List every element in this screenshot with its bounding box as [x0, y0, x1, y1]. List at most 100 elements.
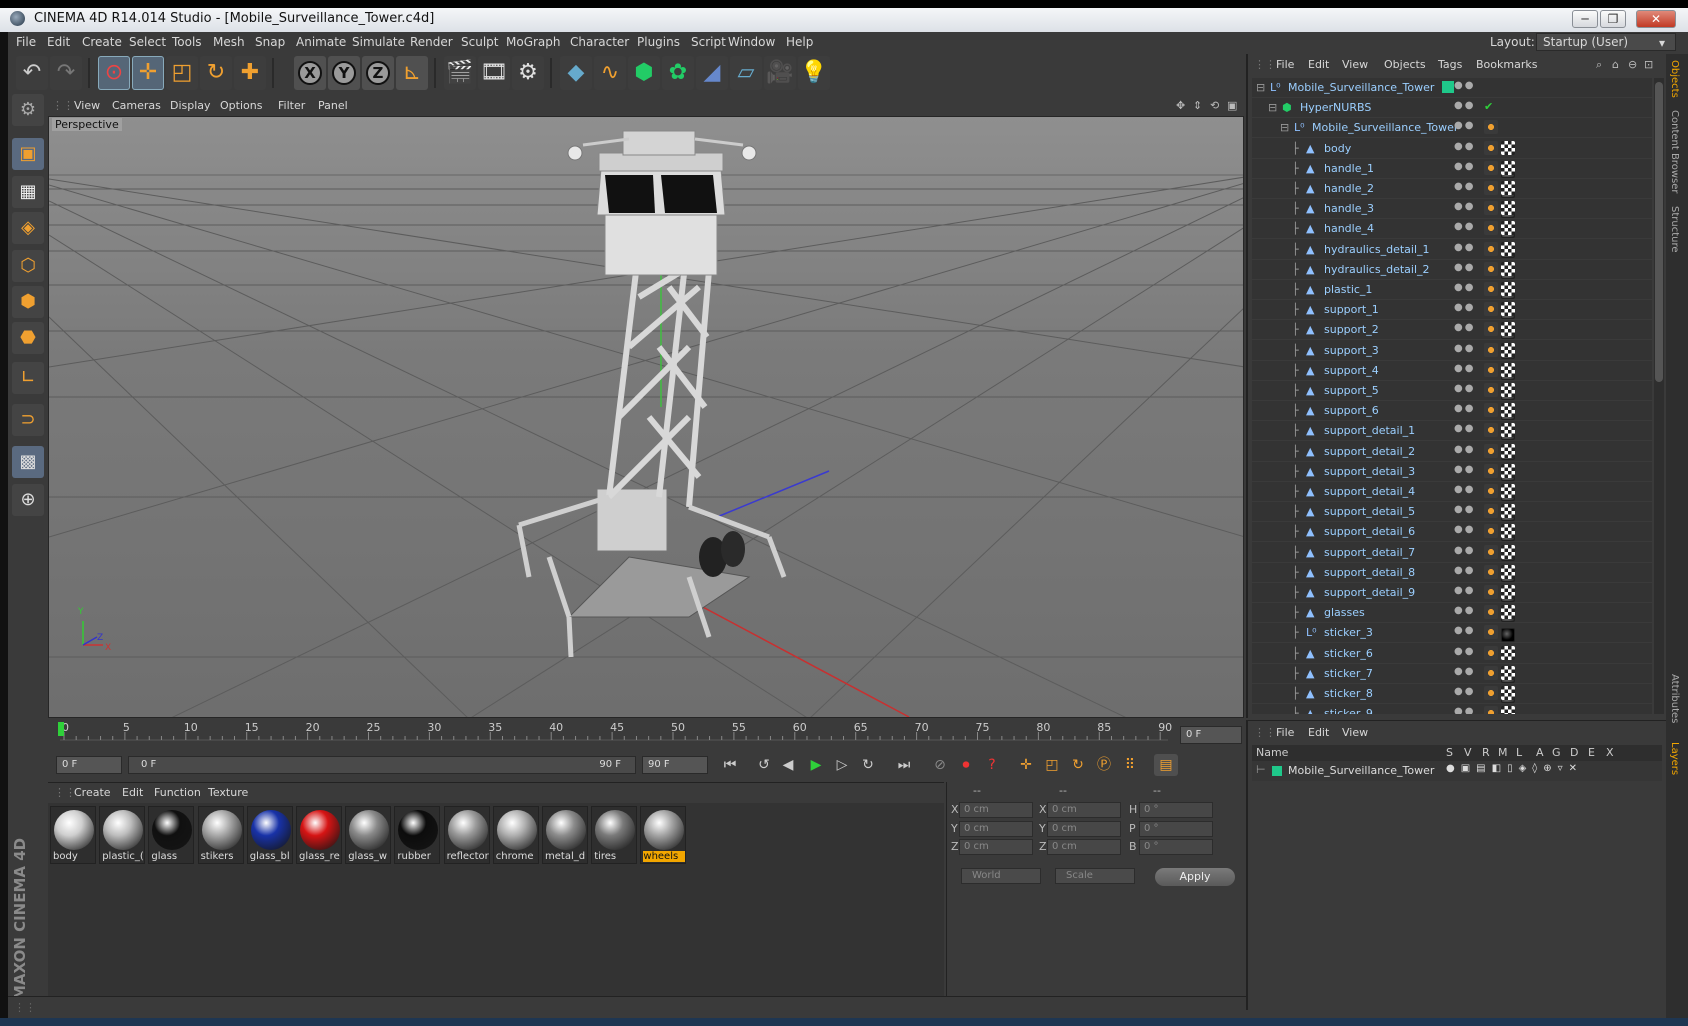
layer-column-l[interactable]: L [1516, 746, 1522, 759]
timeline-window-icon[interactable]: ▤ [1154, 754, 1178, 776]
object-name[interactable]: support_detail_1 [1324, 424, 1415, 437]
menu-window[interactable]: Window [728, 35, 775, 49]
visibility-dots-icon[interactable]: ● ● [1454, 625, 1478, 636]
viewport-menu-filter[interactable]: Filter [278, 99, 305, 112]
material-swatch[interactable]: chrome [492, 806, 539, 864]
object-row[interactable]: ├ ▲ body ● ● [1252, 139, 1652, 178]
menu-tools[interactable]: Tools [172, 35, 202, 49]
visibility-dots-icon[interactable]: ● ● [1454, 343, 1478, 354]
quantize-icon[interactable]: ⊕ [12, 484, 44, 516]
previous-frame-icon[interactable]: ◀ [776, 754, 800, 776]
search-icon[interactable]: ⌕ [1596, 58, 1602, 72]
recent-tool-icon[interactable]: ✚ [234, 56, 266, 90]
object-name[interactable]: hydraulics_detail_1 [1324, 243, 1430, 256]
visibility-dots-icon[interactable]: ● ● [1454, 100, 1478, 111]
coord-value-field[interactable]: 0 cm [1047, 839, 1121, 855]
menu-select[interactable]: Select [129, 35, 166, 49]
uvw-tag-icon[interactable] [1501, 564, 1515, 579]
material-swatch[interactable]: rubber [394, 806, 441, 864]
uvw-tag-icon[interactable] [1501, 140, 1515, 155]
object-name[interactable]: plastic_1 [1324, 283, 1372, 296]
layer-menu-edit[interactable]: Edit [1308, 726, 1329, 739]
phong-tag-icon[interactable] [1484, 403, 1498, 418]
deformer-icon[interactable]: ◢ [696, 56, 728, 90]
coord-value-field[interactable]: 0 cm [959, 839, 1033, 855]
object-name[interactable]: support_2 [1324, 323, 1379, 336]
nurbs-icon[interactable]: ⬢ [628, 56, 660, 90]
key-position-icon[interactable]: ✛ [1014, 754, 1038, 776]
visibility-dots-icon[interactable]: ● ● [1454, 646, 1478, 657]
viewport-menu-options[interactable]: Options [220, 99, 262, 112]
material-swatch[interactable]: reflector [443, 806, 490, 864]
object-name[interactable]: glasses [1324, 606, 1365, 619]
material-swatch[interactable]: body [50, 806, 96, 864]
material-swatch[interactable]: tires [591, 806, 638, 864]
render-settings-icon[interactable]: ⚙ [512, 56, 544, 90]
visibility-dots-icon[interactable]: ● ● [1454, 161, 1478, 172]
maximize-view-icon[interactable]: ▣ [1227, 99, 1237, 112]
layer-column-v[interactable]: V [1464, 746, 1472, 759]
visibility-dots-icon[interactable]: ● ● [1454, 282, 1478, 293]
visibility-dots-icon[interactable]: ● ● [1454, 686, 1478, 697]
collapse-icon[interactable]: ⊟ [1256, 81, 1265, 94]
phong-tag-icon[interactable] [1484, 362, 1498, 377]
go-to-start-icon[interactable]: ⏮ [718, 754, 742, 776]
phong-tag-icon[interactable] [1484, 181, 1498, 195]
object-row[interactable]: ├ ▲ support_detail_1 ● ● [1252, 421, 1652, 461]
menu-snap[interactable]: Snap [255, 35, 285, 49]
material-swatch[interactable]: glass [148, 806, 195, 864]
material-menu-create[interactable]: Create [74, 786, 111, 799]
uvw-tag-icon[interactable] [1501, 463, 1515, 478]
phong-tag-icon[interactable] [1484, 322, 1498, 337]
uvw-tag-icon[interactable] [1501, 241, 1515, 256]
uvw-tag-icon[interactable] [1501, 342, 1515, 357]
object-name[interactable]: support_1 [1324, 303, 1379, 316]
layer-column-s[interactable]: S [1446, 746, 1453, 759]
menu-animate[interactable]: Animate [296, 35, 346, 49]
y-axis-lock-button[interactable]: Y [328, 56, 360, 90]
collapse-icon[interactable]: ⊟ [1280, 121, 1289, 134]
object-name[interactable]: support_detail_4 [1324, 485, 1415, 498]
material-swatch[interactable]: glass_re [296, 806, 342, 864]
phong-tag-icon[interactable] [1484, 342, 1498, 357]
uvw-tag-icon[interactable] [1501, 221, 1515, 236]
object-name[interactable]: support_detail_3 [1324, 465, 1415, 478]
rotate-icon[interactable]: ↻ [200, 56, 232, 90]
coord-value-field[interactable]: 0 cm [959, 802, 1033, 818]
visibility-dots-icon[interactable]: ● ● [1454, 423, 1478, 434]
key-rotation-icon[interactable]: ↻ [1066, 754, 1090, 776]
uvw-tag-icon[interactable] [1501, 443, 1515, 458]
visibility-dots-icon[interactable]: ● ● [1454, 605, 1478, 616]
uvw-tag-icon[interactable] [1501, 282, 1515, 296]
phong-tag-icon[interactable] [1484, 686, 1498, 700]
zoom-view-icon[interactable]: ⇕ [1193, 99, 1202, 112]
layer-column-name[interactable]: Name [1256, 746, 1288, 759]
phong-tag-icon[interactable] [1484, 221, 1498, 236]
coord-value-field[interactable]: 0 ° [1139, 802, 1213, 818]
home-icon[interactable]: ⌂ [1612, 58, 1619, 71]
object-row[interactable]: ├ ▲ support_detail_4 ● ● [1252, 482, 1652, 521]
z-axis-lock-button[interactable]: Z [362, 56, 394, 90]
timeline-ruler[interactable]: 0 5 10 15 20 25 30 35 40 45 50 55 60 65 70 75 80 85 90 0 F [48, 720, 1244, 750]
coord-value-field[interactable]: 0 cm [959, 820, 1033, 837]
phong-tag-icon[interactable] [1484, 423, 1498, 438]
object-name[interactable]: handle_1 [1324, 162, 1374, 175]
layer-column-a[interactable]: A [1536, 746, 1544, 759]
object-name[interactable]: support_detail_7 [1324, 546, 1415, 559]
phong-tag-icon[interactable] [1484, 706, 1498, 714]
phong-tag-icon[interactable] [1484, 282, 1498, 296]
record-active-icon[interactable]: ⊘ [928, 754, 952, 776]
phong-tag-icon[interactable] [1484, 585, 1498, 599]
uvw-tag-icon[interactable] [1501, 665, 1515, 680]
menu-plugins[interactable]: Plugins [637, 35, 680, 49]
object-name[interactable]: Mobile_Surveillance_Tower [1312, 121, 1458, 134]
phong-tag-icon[interactable] [1484, 665, 1498, 680]
panel-menu-icon[interactable]: ⊡ [1644, 58, 1653, 71]
object-menu-view[interactable]: View [1342, 58, 1368, 71]
visibility-dots-icon[interactable]: ● ● [1454, 403, 1478, 414]
make-editable-icon[interactable]: ⚙ [12, 94, 44, 126]
redo-icon[interactable]: ↷ [50, 56, 82, 90]
coordinate-system-icon[interactable]: ⊾ [396, 56, 428, 90]
tab-layers[interactable]: Layers [1669, 742, 1680, 775]
layer-color-swatch[interactable] [1442, 81, 1454, 93]
